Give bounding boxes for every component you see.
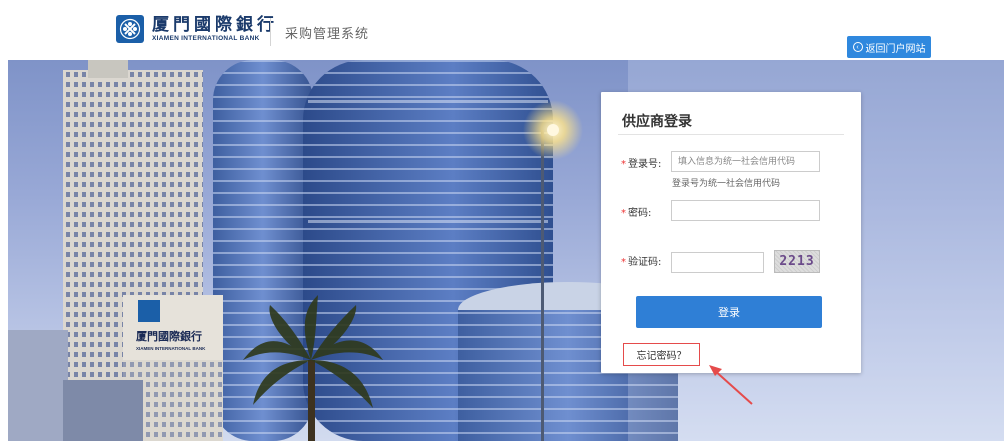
username-input[interactable]	[671, 151, 820, 172]
supplier-login-card: 供应商登录 *登录号: 登录号为统一社会信用代码 *密码: *验证码: 2213…	[601, 92, 861, 373]
system-title: 采购管理系统	[285, 27, 370, 42]
building-sign-en: XIAMEN INTERNATIONAL BANK	[136, 346, 206, 351]
captcha-label: * 验证码:	[621, 257, 662, 268]
password-label: * 密码:	[621, 208, 652, 219]
required-mark: *	[621, 208, 626, 219]
forgot-password-highlight: 忘记密码？	[623, 343, 700, 366]
required-mark: *	[621, 159, 626, 170]
bank-logo-icon	[116, 15, 144, 43]
back-to-portal-label: 返回门户网站	[865, 43, 926, 55]
back-to-portal-button[interactable]: ‹ 返回门户网站	[847, 36, 931, 58]
username-hint: 登录号为统一社会信用代码	[672, 179, 781, 189]
captcha-image[interactable]: 2213	[774, 250, 820, 273]
card-divider	[618, 134, 844, 135]
header-divider	[270, 18, 271, 46]
bank-logo[interactable]: 厦門國際銀行 XIAMEN INTERNATIONAL BANK	[116, 15, 278, 43]
bank-name-en: XIAMEN INTERNATIONAL BANK	[152, 34, 260, 42]
captcha-input[interactable]	[671, 252, 764, 273]
bank-name-cn: 厦門國際銀行	[152, 14, 278, 35]
arrow-left-circle-icon: ‹	[852, 42, 863, 52]
login-button[interactable]: 登录	[636, 296, 822, 328]
building-sign-cn: 厦門國際銀行	[136, 329, 202, 343]
required-mark: *	[621, 257, 626, 268]
password-input[interactable]	[671, 200, 820, 221]
login-card-title: 供应商登录	[622, 114, 692, 130]
username-label: * 登录号:	[621, 159, 662, 170]
forgot-password-link[interactable]: 忘记密码？	[637, 347, 687, 362]
header: 厦門國際銀行 XIAMEN INTERNATIONAL BANK 采购管理系统 …	[0, 0, 1004, 60]
